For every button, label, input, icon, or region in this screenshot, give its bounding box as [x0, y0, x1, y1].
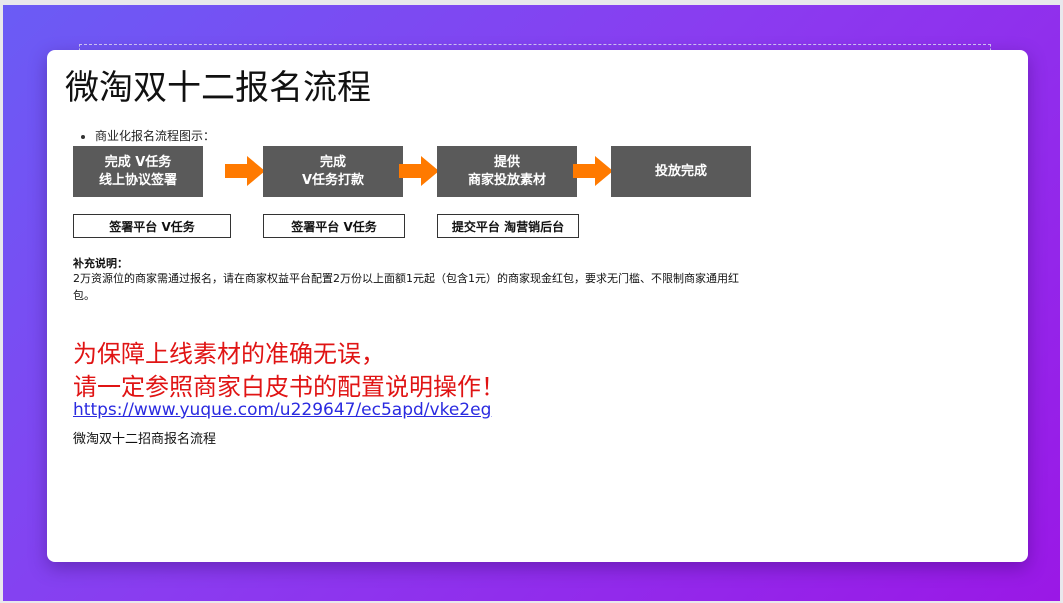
app-frame: 微淘双十二报名流程 商业化报名流程图示： 完成 V任务 线上协议签署 完成 V任…	[0, 0, 1063, 603]
slide-stage-background: 微淘双十二报名流程 商业化报名流程图示： 完成 V任务 线上协议签署 完成 V任…	[3, 5, 1060, 601]
process-step-3: 提供 商家投放素材	[437, 146, 577, 197]
process-step-label: 完成 V任务 线上协议签署	[98, 154, 177, 188]
platform-label-1: 签署平台 V任务	[73, 214, 231, 238]
slide-card[interactable]: 微淘双十二报名流程 商业化报名流程图示： 完成 V任务 线上协议签署 完成 V任…	[47, 50, 1028, 562]
bullet-item: 商业化报名流程图示：	[81, 127, 215, 144]
right-arrow-icon	[573, 156, 613, 186]
process-step-2: 完成 V任务打款	[263, 146, 403, 197]
note-title: 补充说明：	[73, 257, 128, 270]
process-step-label: 投放完成	[654, 163, 707, 179]
process-step-4: 投放完成	[611, 146, 751, 197]
process-step-label: 提供 商家投放素材	[467, 154, 546, 188]
platform-label-3: 提交平台 淘营销后台	[437, 214, 579, 238]
warning-line-2: 请一定参照商家白皮书的配置说明操作！	[73, 373, 505, 401]
slide-title: 微淘双十二报名流程	[65, 68, 371, 108]
whitepaper-link[interactable]: https://www.yuque.com/u229647/ec5apd/vke…	[73, 400, 491, 420]
warning-line-1: 为保障上线素材的准确无误，	[73, 340, 385, 368]
bullet-dot-icon	[81, 134, 85, 139]
platform-label-2: 签署平台 V任务	[263, 214, 405, 238]
right-arrow-icon	[399, 156, 439, 186]
footer-label: 微淘双十二招商报名流程	[73, 432, 217, 447]
note-body: 2万资源位的商家需通过报名，请在商家权益平台配置2万份以上面额1元起（包含1元）…	[73, 272, 739, 302]
bullet-text: 商业化报名流程图示：	[95, 129, 216, 143]
process-step-label: 完成 V任务打款	[301, 154, 365, 188]
process-step-1: 完成 V任务 线上协议签署	[73, 146, 203, 197]
right-arrow-icon	[225, 156, 265, 186]
